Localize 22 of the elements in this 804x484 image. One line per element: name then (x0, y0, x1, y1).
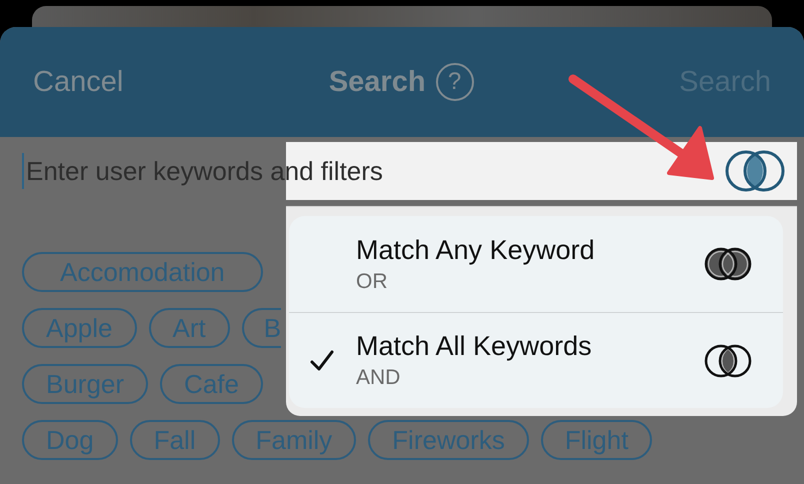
sheet-title: Search (328, 66, 426, 98)
keyword-tag[interactable]: Fireworks (368, 420, 529, 460)
keyword-tag[interactable]: Fall (130, 420, 220, 460)
option-sublabel: OR (356, 270, 388, 294)
overlapping-circles-icon (703, 245, 753, 283)
keyword-tag[interactable]: Art (148, 308, 230, 348)
keyword-tag[interactable]: Apple (22, 308, 136, 348)
keyword-tag[interactable]: B (242, 308, 282, 348)
match-option[interactable]: Match Any Keyword OR (289, 216, 783, 312)
keyword-tag[interactable]: Cafe (160, 364, 263, 404)
overlapping-circles-icon[interactable] (725, 148, 785, 194)
keyword-tag[interactable]: Burger (22, 364, 148, 404)
option-sublabel: AND (356, 366, 402, 390)
keyword-tag[interactable]: Dog (22, 420, 118, 460)
option-label: Match All Keywords (356, 331, 593, 362)
cancel-button[interactable]: Cancel (33, 66, 124, 98)
keyword-tag[interactable]: Family (232, 420, 356, 460)
help-button[interactable]: ? (436, 63, 474, 101)
keyword-tag[interactable]: Flight (540, 420, 652, 460)
match-option[interactable]: Match All Keywords AND (289, 312, 783, 408)
option-label: Match Any Keyword (356, 234, 596, 266)
keyword-tag[interactable]: Accomodation (22, 252, 263, 292)
